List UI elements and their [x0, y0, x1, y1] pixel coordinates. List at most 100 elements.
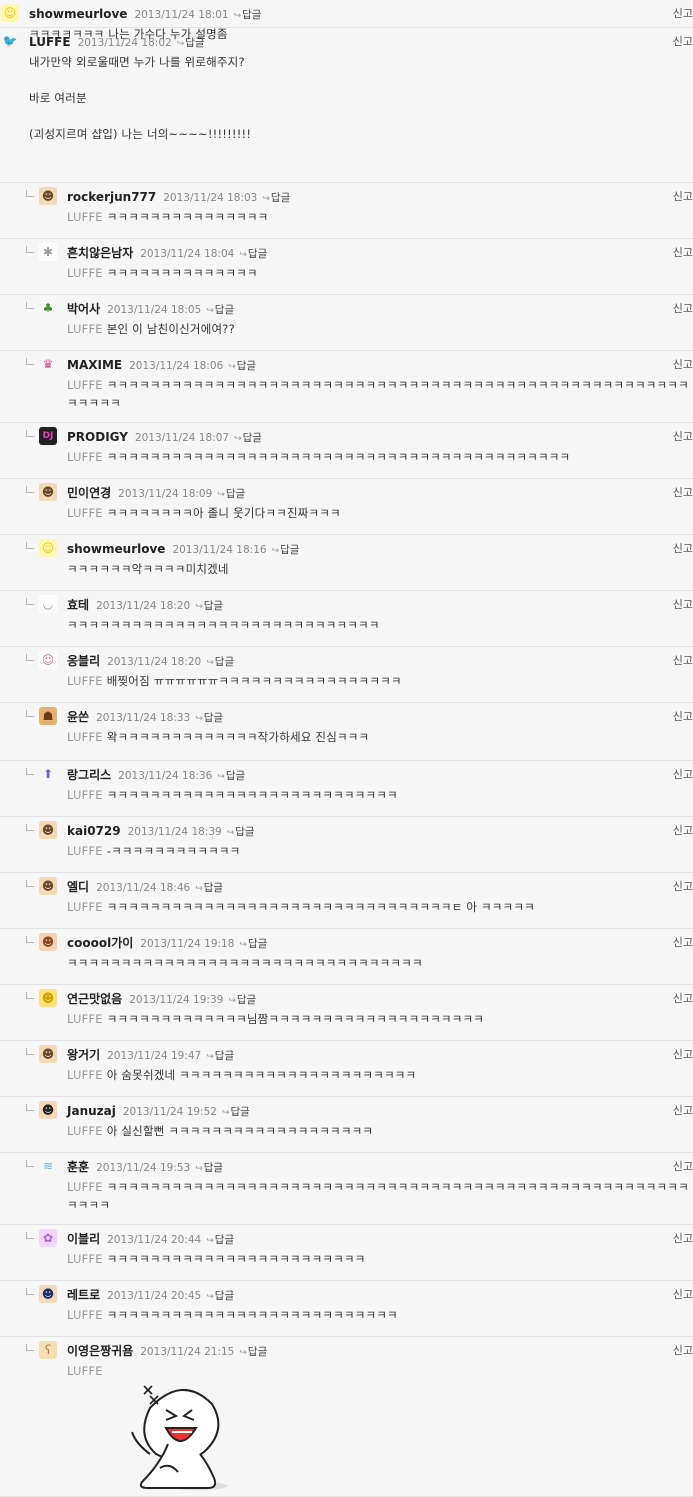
- reply-button[interactable]: ↪답글: [272, 544, 300, 556]
- reply-button[interactable]: ↪답글: [262, 192, 290, 204]
- blush-face-icon[interactable]: ☺: [39, 651, 57, 669]
- reply-button[interactable]: ↪답글: [206, 656, 234, 668]
- reply-target-tag[interactable]: LUFFE: [67, 1308, 103, 1322]
- nickname-link[interactable]: Januzaj: [67, 1104, 116, 1118]
- nickname-link[interactable]: 이영은짱귀욤: [67, 1344, 133, 1358]
- warrior-icon[interactable]: ☗: [39, 707, 57, 725]
- report-button[interactable]: 신고: [673, 1343, 693, 1359]
- nickname-link[interactable]: 엘디: [67, 880, 89, 894]
- report-button[interactable]: 신고: [673, 189, 693, 205]
- nickname-link[interactable]: 효테: [67, 598, 89, 612]
- nickname-link[interactable]: 옹블리: [67, 654, 100, 668]
- report-button[interactable]: 신고: [673, 597, 693, 613]
- reply-target-tag[interactable]: LUFFE: [67, 1068, 103, 1082]
- reply-button[interactable]: ↪답글: [234, 9, 262, 21]
- report-button[interactable]: 신고: [673, 879, 693, 895]
- reply-target-tag[interactable]: LUFFE: [67, 1012, 103, 1026]
- reply-button[interactable]: ↪답글: [239, 1346, 267, 1358]
- nickname-link[interactable]: cooool가이: [67, 936, 133, 950]
- reply-button[interactable]: ↪답글: [195, 882, 223, 894]
- glasses-face-icon[interactable]: ☻: [39, 877, 57, 895]
- smile-face-icon[interactable]: ☺: [1, 4, 19, 22]
- report-button[interactable]: 신고: [673, 301, 693, 317]
- report-button[interactable]: 신고: [673, 1231, 693, 1247]
- nickname-link[interactable]: PRODIGY: [67, 430, 128, 444]
- bear-face-icon[interactable]: ʕ: [39, 1341, 57, 1359]
- nickname-link[interactable]: 민이연경: [67, 486, 111, 500]
- blue-bird-icon[interactable]: 🐦: [1, 32, 19, 50]
- reply-target-tag[interactable]: LUFFE: [67, 1124, 103, 1138]
- glasses-face-icon[interactable]: ☻: [39, 483, 57, 501]
- report-button[interactable]: 신고: [673, 357, 693, 373]
- report-button[interactable]: 신고: [673, 485, 693, 501]
- nickname-link[interactable]: 박어사: [67, 302, 100, 316]
- glasses-face-icon[interactable]: ☻: [39, 821, 57, 839]
- reply-target-tag[interactable]: LUFFE: [67, 378, 103, 392]
- reply-button[interactable]: ↪답글: [195, 712, 223, 724]
- report-button[interactable]: 신고: [673, 245, 693, 261]
- reply-button[interactable]: ↪답글: [239, 248, 267, 260]
- reply-button[interactable]: ↪답글: [206, 1234, 234, 1246]
- reply-target-tag[interactable]: LUFFE: [67, 674, 103, 688]
- reply-target-tag[interactable]: LUFFE: [67, 844, 103, 858]
- reply-target-tag[interactable]: LUFFE: [67, 506, 103, 520]
- report-button[interactable]: 신고: [673, 1159, 693, 1175]
- report-button[interactable]: 신고: [673, 823, 693, 839]
- reply-button[interactable]: ↪답글: [228, 994, 256, 1006]
- pink-crown-icon[interactable]: ♛: [39, 355, 57, 373]
- nickname-link[interactable]: 훈훈: [67, 1160, 89, 1174]
- report-button[interactable]: 신고: [673, 541, 693, 557]
- police-face-icon[interactable]: ☻: [39, 1285, 57, 1303]
- report-button[interactable]: 신고: [673, 34, 693, 50]
- reply-button[interactable]: ↪답글: [227, 826, 255, 838]
- report-button[interactable]: 신고: [673, 1287, 693, 1303]
- nickname-link[interactable]: MAXIME: [67, 358, 122, 372]
- simple-smile-icon[interactable]: ◡: [39, 595, 57, 613]
- nickname-link[interactable]: LUFFE: [29, 35, 71, 49]
- reply-button[interactable]: ↪답글: [217, 488, 245, 500]
- dj-icon[interactable]: DJ: [39, 427, 57, 445]
- nickname-link[interactable]: 랑그리스: [67, 768, 111, 782]
- reply-target-tag[interactable]: LUFFE: [67, 1180, 103, 1194]
- nickname-link[interactable]: 윤쓴: [67, 710, 89, 724]
- glasses-face-icon[interactable]: ☻: [39, 187, 57, 205]
- reply-button[interactable]: ↪답글: [234, 432, 262, 444]
- white-spiky-icon[interactable]: ✱: [39, 243, 57, 261]
- nickname-link[interactable]: showmeurlove: [67, 542, 165, 556]
- reply-button[interactable]: ↪답글: [195, 1162, 223, 1174]
- report-button[interactable]: 신고: [673, 1103, 693, 1119]
- reply-button[interactable]: ↪답글: [206, 304, 234, 316]
- tree-icon[interactable]: ♣: [39, 299, 57, 317]
- reply-button[interactable]: ↪답글: [222, 1106, 250, 1118]
- reply-button[interactable]: ↪답글: [206, 1290, 234, 1302]
- reply-button[interactable]: ↪답글: [206, 1050, 234, 1062]
- reply-target-tag[interactable]: LUFFE: [67, 1364, 103, 1378]
- nickname-link[interactable]: 왕거기: [67, 1048, 100, 1062]
- reply-button[interactable]: ↪답글: [239, 938, 267, 950]
- report-button[interactable]: 신고: [673, 935, 693, 951]
- reply-button[interactable]: ↪답글: [228, 360, 256, 372]
- nickname-link[interactable]: showmeurlove: [29, 7, 127, 21]
- reply-target-tag[interactable]: LUFFE: [67, 788, 103, 802]
- reply-target-tag[interactable]: LUFFE: [67, 210, 103, 224]
- yellow-cat-icon[interactable]: ☻: [39, 989, 57, 1007]
- reply-button[interactable]: ↪답글: [177, 37, 205, 49]
- nickname-link[interactable]: 연근맛없음: [67, 992, 122, 1006]
- nickname-link[interactable]: 레트로: [67, 1288, 100, 1302]
- reply-target-tag[interactable]: LUFFE: [67, 322, 103, 336]
- nickname-link[interactable]: 이블리: [67, 1232, 100, 1246]
- wind-icon[interactable]: ≋: [39, 1157, 57, 1175]
- glasses-face-icon[interactable]: ☻: [39, 1045, 57, 1063]
- boy-face-icon[interactable]: ☻: [39, 1101, 57, 1119]
- nickname-link[interactable]: 흔치않은남자: [67, 246, 133, 260]
- reply-target-tag[interactable]: LUFFE: [67, 266, 103, 280]
- purple-flower-icon[interactable]: ✿: [39, 1229, 57, 1247]
- reply-target-tag[interactable]: LUFFE: [67, 900, 103, 914]
- nickname-link[interactable]: kai0729: [67, 824, 121, 838]
- girl-face-icon[interactable]: ☻: [39, 933, 57, 951]
- report-button[interactable]: 신고: [673, 653, 693, 669]
- report-button[interactable]: 신고: [673, 991, 693, 1007]
- smile-face-icon[interactable]: ☺: [39, 539, 57, 557]
- report-button[interactable]: 신고: [673, 1047, 693, 1063]
- report-button[interactable]: 신고: [673, 709, 693, 725]
